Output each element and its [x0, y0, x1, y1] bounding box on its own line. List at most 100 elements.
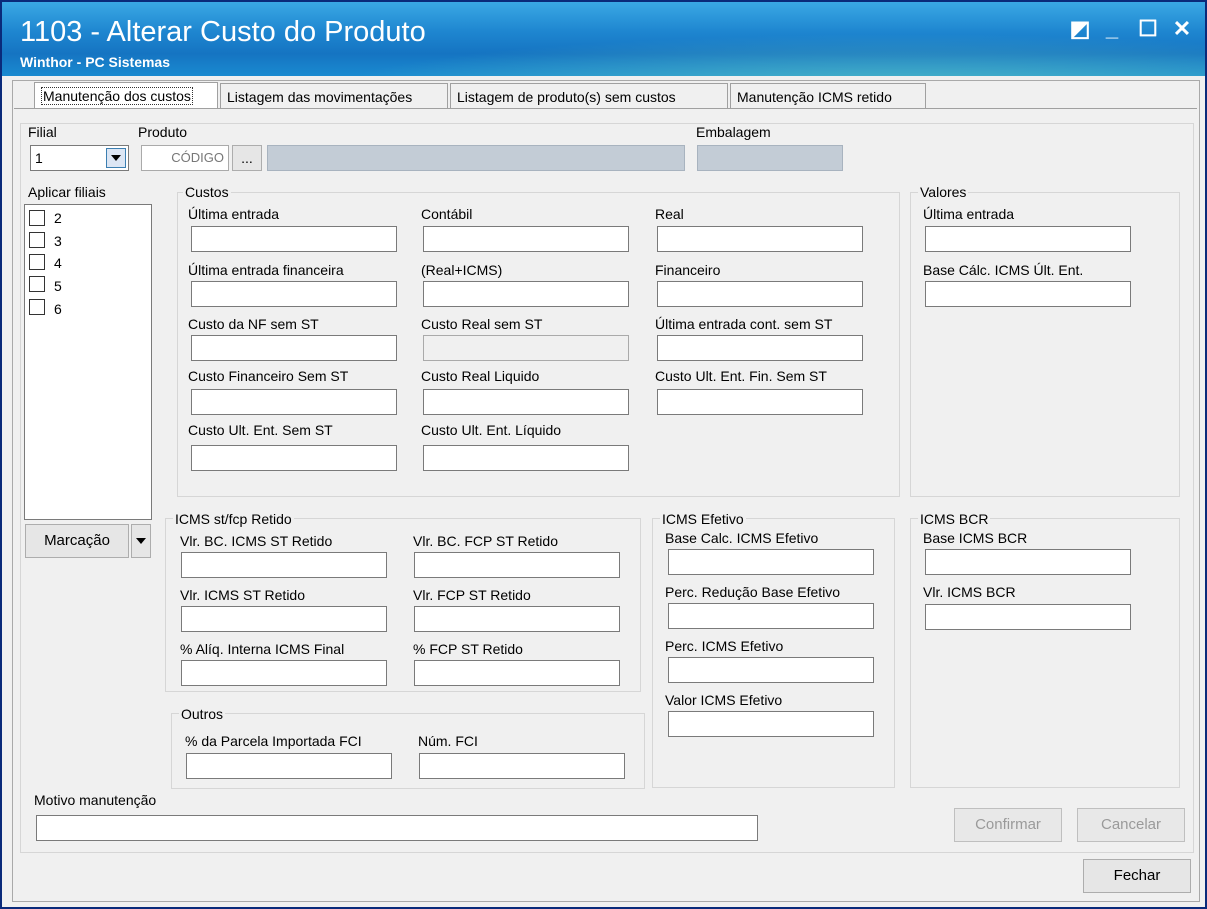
icms-st-group-label: ICMS st/fcp Retido	[173, 511, 294, 527]
embalagem-field	[697, 145, 843, 171]
field-label: Valor ICMS Efetivo	[665, 692, 783, 708]
field-label: Última entrada cont. sem ST	[655, 316, 833, 332]
window-subtitle: Winthor - PC Sistemas	[20, 54, 171, 70]
marcacao-dropdown-button[interactable]	[131, 524, 151, 558]
main-window: 1103 - Alterar Custo do Produto Winthor …	[0, 0, 1207, 909]
filial-checkbox[interactable]	[29, 254, 45, 270]
custos-group-label: Custos	[183, 184, 231, 200]
filiais-list[interactable]	[24, 204, 152, 520]
vlr-bc-icms-st-retido-input[interactable]	[181, 552, 387, 578]
field-label: Custo Ult. Ent. Sem ST	[188, 422, 333, 438]
base-calc-icms-ult-ent-input[interactable]	[925, 281, 1131, 307]
field-label: Real	[655, 206, 684, 222]
parcela-importada-fci-input[interactable]	[186, 753, 392, 779]
financeiro-input[interactable]	[657, 281, 863, 307]
motivo-input[interactable]	[36, 815, 758, 841]
close-icon[interactable]: ✕	[1170, 16, 1194, 42]
filial-item-label: 3	[54, 233, 62, 249]
base-icms-bcr-input[interactable]	[925, 549, 1131, 575]
filial-checkbox[interactable]	[29, 210, 45, 226]
filial-value: 1	[35, 150, 43, 166]
icms-bcr-group-label: ICMS BCR	[918, 511, 991, 527]
confirmar-button[interactable]: Confirmar	[954, 808, 1062, 842]
tab-manutencao-custos[interactable]: Manutenção dos custos	[34, 82, 218, 110]
field-label: Vlr. ICMS BCR	[923, 584, 1016, 600]
vlr-icms-st-retido-input[interactable]	[181, 606, 387, 632]
minimize-icon[interactable]: _	[1100, 16, 1124, 42]
field-label: Última entrada	[188, 206, 280, 222]
filial-item-label: 2	[54, 210, 62, 226]
field-label: % da Parcela Importada FCI	[185, 733, 362, 749]
custo-ult-ent-fin-sem-st-input[interactable]	[657, 389, 863, 415]
custo-ult-ent-liquido-input[interactable]	[423, 445, 629, 471]
field-label: Vlr. BC. ICMS ST Retido	[180, 533, 333, 549]
custo-real-sem-st-input	[423, 335, 629, 361]
tab-produtos-sem-custos[interactable]: Listagem de produto(s) sem custos	[450, 83, 728, 108]
ultima-entrada-financeira-input[interactable]	[191, 281, 397, 307]
field-label: Vlr. FCP ST Retido	[413, 587, 531, 603]
window-title: 1103 - Alterar Custo do Produto	[20, 16, 426, 48]
icms-efetivo-group-label: ICMS Efetivo	[660, 511, 746, 527]
browse-produto-button[interactable]: ...	[232, 145, 262, 171]
valores-group-label: Valores	[918, 184, 969, 200]
valor-icms-efetivo-input[interactable]	[668, 711, 874, 737]
filial-item-label: 5	[54, 278, 62, 294]
field-label: Custo Ult. Ent. Fin. Sem ST	[655, 368, 827, 384]
vlr-bc-fcp-st-retido-input[interactable]	[414, 552, 620, 578]
tab-manutencao-icms-retido[interactable]: Manutenção ICMS retido	[730, 83, 926, 108]
tab-label: Manutenção dos custos	[41, 87, 193, 105]
aliq-interna-icms-final-input[interactable]	[181, 660, 387, 686]
tab-label: Manutenção ICMS retido	[737, 89, 892, 105]
field-label: Custo Ult. Ent. Líquido	[421, 422, 562, 438]
ultima-entrada-cont-sem-st-input[interactable]	[657, 335, 863, 361]
valores-ultima-entrada-input[interactable]	[925, 226, 1131, 252]
filial-checkbox[interactable]	[29, 299, 45, 315]
chevron-down-icon[interactable]	[106, 148, 126, 168]
tab-listagem-movimentacoes[interactable]: Listagem das movimentações	[220, 83, 448, 108]
field-label: Custo da NF sem ST	[188, 316, 319, 332]
custo-financeiro-sem-st-input[interactable]	[191, 389, 397, 415]
perc-icms-efetivo-input[interactable]	[668, 657, 874, 683]
field-label: Custo Real sem ST	[421, 316, 543, 332]
produto-placeholder: CÓDIGO	[171, 150, 224, 165]
field-label: Financeiro	[655, 262, 721, 278]
real-icms-input[interactable]	[423, 281, 629, 307]
fechar-button[interactable]: Fechar	[1083, 859, 1191, 893]
field-label: % FCP ST Retido	[413, 641, 523, 657]
field-label: Custo Financeiro Sem ST	[188, 368, 349, 384]
custo-ult-ent-sem-st-input[interactable]	[191, 445, 397, 471]
field-label: Perc. ICMS Efetivo	[665, 638, 784, 654]
cancelar-button[interactable]: Cancelar	[1077, 808, 1185, 842]
perc-reducao-base-efetivo-input[interactable]	[668, 603, 874, 629]
field-label: Última entrada	[923, 206, 1015, 222]
aplicar-filiais-label: Aplicar filiais	[28, 184, 106, 200]
ultima-entrada-input[interactable]	[191, 226, 397, 252]
field-label: Vlr. BC. FCP ST Retido	[413, 533, 558, 549]
custo-nf-sem-st-input[interactable]	[191, 335, 397, 361]
produto-code-input[interactable]: CÓDIGO	[141, 145, 229, 171]
marcacao-button[interactable]: Marcação	[25, 524, 129, 558]
filial-checkbox[interactable]	[29, 276, 45, 292]
maximize-icon[interactable]: ☐	[1136, 16, 1160, 42]
fcp-st-retido-input[interactable]	[414, 660, 620, 686]
num-fci-input[interactable]	[419, 753, 625, 779]
vlr-icms-bcr-input[interactable]	[925, 604, 1131, 630]
field-label: Perc. Redução Base Efetivo	[665, 584, 841, 600]
real-input[interactable]	[657, 226, 863, 252]
field-label: Vlr. ICMS ST Retido	[180, 587, 306, 603]
restore-icon[interactable]: ◩	[1068, 16, 1092, 42]
outros-group-label: Outros	[179, 706, 226, 722]
field-label: % Alíq. Interna ICMS Final	[180, 641, 345, 657]
custo-real-liquido-input[interactable]	[423, 389, 629, 415]
filial-select[interactable]: 1	[30, 145, 129, 171]
contabil-input[interactable]	[423, 226, 629, 252]
base-calc-icms-efetivo-input[interactable]	[668, 549, 874, 575]
filial-checkbox[interactable]	[29, 232, 45, 248]
filial-item-label: 4	[54, 255, 62, 271]
chevron-down-icon	[136, 538, 146, 544]
motivo-label: Motivo manutenção	[34, 792, 157, 808]
vlr-fcp-st-retido-input[interactable]	[414, 606, 620, 632]
filial-item-label: 6	[54, 301, 62, 317]
field-label: Base Cálc. ICMS Últ. Ent.	[923, 262, 1084, 278]
field-label: Última entrada financeira	[188, 262, 344, 278]
